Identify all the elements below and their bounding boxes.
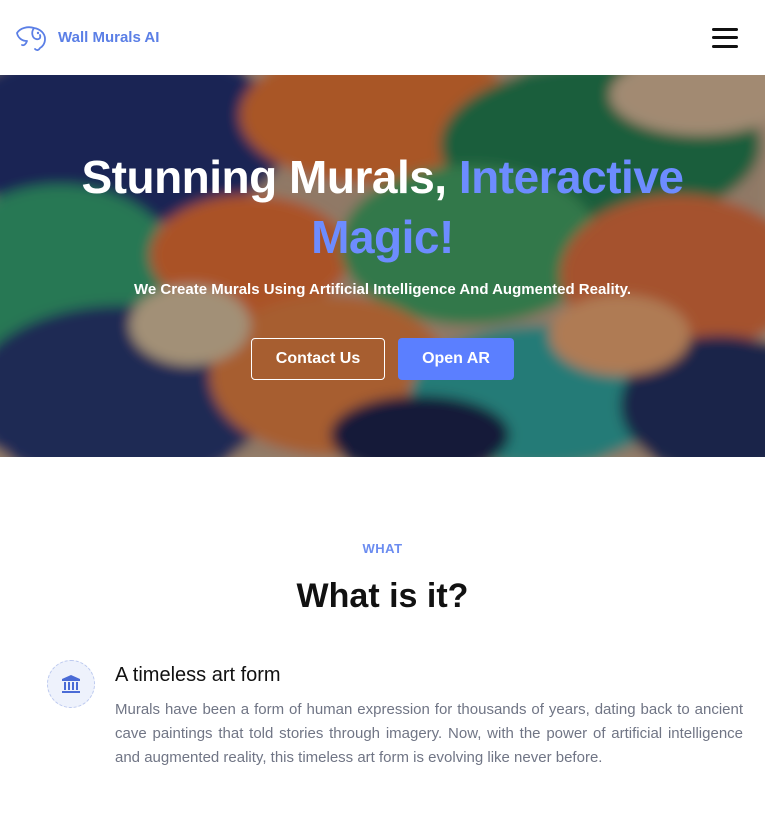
- brand-link[interactable]: Wall Murals AI: [14, 24, 159, 52]
- hero-title: Stunning Murals, Interactive Magic!: [63, 147, 703, 267]
- hero-content: Stunning Murals, Interactive Magic! We C…: [0, 75, 765, 457]
- hero-title-main: Stunning Murals,: [81, 151, 447, 203]
- hero-subtitle: We Create Murals Using Artificial Intell…: [133, 281, 632, 298]
- site-header: Wall Murals AI: [0, 0, 765, 75]
- what-section: WHAT What is it? A timeless art form Mur…: [0, 457, 765, 820]
- section-title: What is it?: [296, 577, 469, 615]
- hamburger-menu-icon[interactable]: [712, 27, 738, 48]
- feature-item: A timeless art form Murals have been a f…: [47, 660, 747, 770]
- section-eyebrow: WHAT: [362, 541, 403, 556]
- elephant-logo-icon: [16, 25, 46, 51]
- hero-actions: Contact Us Open AR: [251, 338, 514, 380]
- hero-section: Stunning Murals, Interactive Magic! We C…: [0, 75, 765, 457]
- brand-name: Wall Murals AI: [58, 29, 160, 46]
- feature-title: A timeless art form: [115, 664, 281, 686]
- contact-us-button[interactable]: Contact Us: [251, 338, 385, 380]
- feature-body: A timeless art form Murals have been a f…: [115, 660, 743, 770]
- museum-building-icon: [47, 660, 95, 708]
- open-ar-button[interactable]: Open AR: [398, 338, 514, 380]
- feature-text: Murals have been a form of human express…: [115, 701, 743, 766]
